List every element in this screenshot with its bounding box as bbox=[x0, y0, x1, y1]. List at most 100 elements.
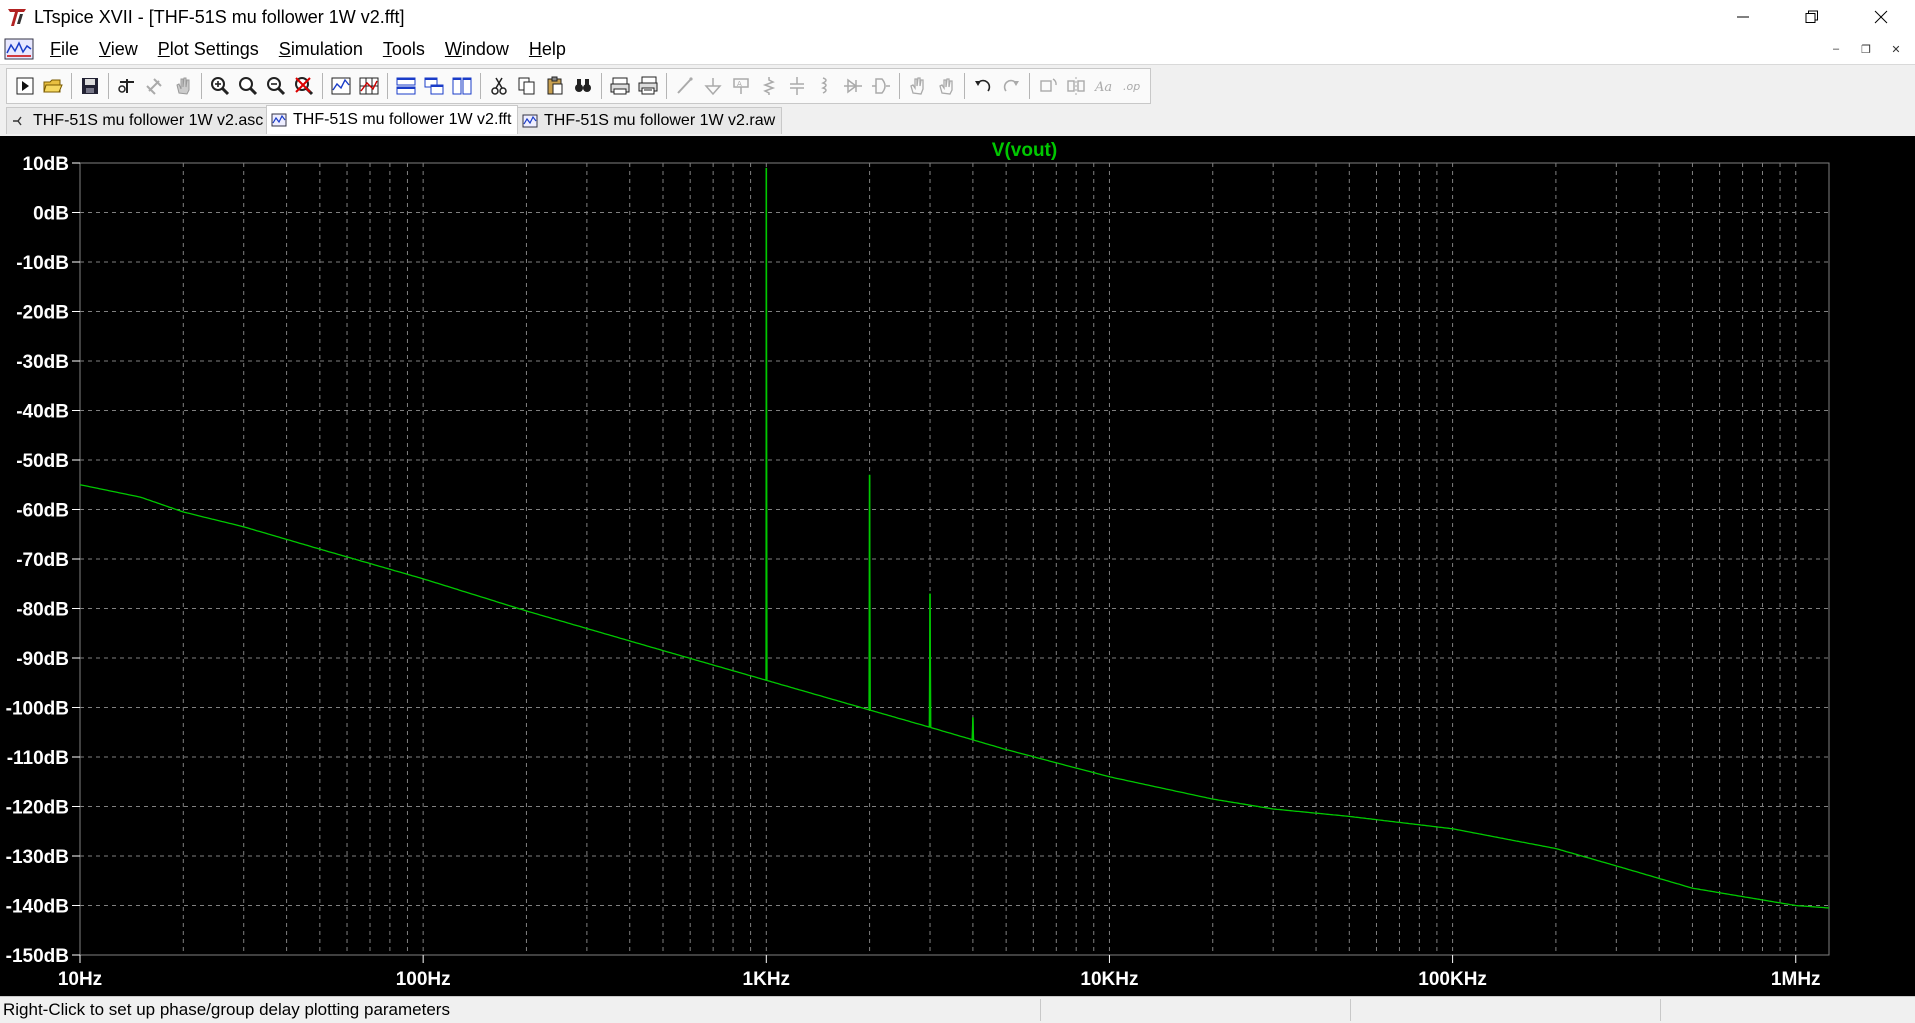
tab-raw[interactable]: THF-51S mu follower 1W v2.raw bbox=[517, 107, 783, 134]
find-button[interactable] bbox=[569, 71, 597, 101]
print-button[interactable] bbox=[606, 71, 634, 101]
tile-horizontal-button[interactable] bbox=[392, 71, 420, 101]
tile-horizontal-icon bbox=[396, 77, 416, 95]
document-waveform-icon[interactable] bbox=[4, 37, 34, 61]
close-button[interactable] bbox=[1846, 0, 1915, 34]
minimize-button[interactable] bbox=[1708, 0, 1777, 34]
toolbar: A Aa .op bbox=[0, 64, 1915, 106]
label-icon: A bbox=[733, 78, 749, 94]
tab-fft[interactable]: THF-51S mu follower 1W v2.fft bbox=[266, 105, 519, 134]
menu-file[interactable]: File bbox=[40, 39, 89, 60]
zoom-area-icon bbox=[239, 77, 258, 96]
minimize-icon bbox=[1736, 16, 1749, 18]
open-icon bbox=[43, 79, 63, 93]
y-tick-label: 0dB bbox=[33, 204, 69, 225]
document-restore-button[interactable]: ❐ bbox=[1853, 38, 1879, 60]
wire-button bbox=[671, 71, 699, 101]
menu-label: ile bbox=[61, 38, 80, 59]
svg-text:Aa: Aa bbox=[1094, 80, 1112, 95]
restore-button[interactable] bbox=[1777, 0, 1846, 34]
text-button: Aa bbox=[1090, 71, 1118, 101]
trace-label[interactable]: V(vout) bbox=[992, 140, 1057, 161]
zoom-cancel-button[interactable] bbox=[290, 71, 318, 101]
cascade-icon bbox=[424, 77, 444, 95]
menu-view[interactable]: View bbox=[89, 39, 148, 60]
waveform-viewer[interactable]: 10dB 0dB -10dB -20dB -30dB -40dB -50dB -60dB -70… bbox=[0, 136, 1915, 996]
menu-bar: File View Plot Settings Simulation Tools Wind… bbox=[0, 34, 1915, 64]
diode-button bbox=[839, 71, 867, 101]
status-divider bbox=[1350, 999, 1351, 1021]
toolbar-separator bbox=[71, 73, 72, 99]
svg-text:.op: .op bbox=[1123, 80, 1140, 93]
save-button[interactable] bbox=[76, 71, 104, 101]
drag-icon bbox=[939, 78, 953, 95]
menu-accelerator: V bbox=[99, 38, 111, 59]
document-minimize-button[interactable]: – bbox=[1823, 38, 1849, 60]
toolbar-separator bbox=[964, 73, 965, 99]
halt-button bbox=[141, 71, 169, 101]
run-button[interactable] bbox=[11, 71, 39, 101]
x-tick-label: 100KHz bbox=[1418, 969, 1487, 990]
status-bar: Right-Click to set up phase/group delay … bbox=[0, 996, 1915, 1023]
zoom-in-button[interactable] bbox=[206, 71, 234, 101]
y-tick-label: -70dB bbox=[16, 550, 69, 571]
y-tick-label: 10dB bbox=[23, 154, 69, 175]
menu-help[interactable]: Help bbox=[519, 39, 576, 60]
x-tick-label: 1MHz bbox=[1771, 969, 1821, 990]
menu-plot-settings[interactable]: Plot Settings bbox=[148, 39, 269, 60]
menu-window[interactable]: Window bbox=[435, 39, 519, 60]
copy-button[interactable] bbox=[513, 71, 541, 101]
resistor-button bbox=[755, 71, 783, 101]
toolbar-buttons: A Aa .op bbox=[6, 68, 1151, 104]
menu-label: ools bbox=[391, 38, 425, 59]
paste-button[interactable] bbox=[541, 71, 569, 101]
ltspice-logo-icon bbox=[8, 9, 26, 26]
rotate-icon bbox=[1040, 78, 1057, 92]
mirror-button bbox=[1062, 71, 1090, 101]
inductor-icon bbox=[821, 77, 827, 94]
menu-simulation[interactable]: Simulation bbox=[269, 39, 373, 60]
label-button: A bbox=[727, 71, 755, 101]
undo-button[interactable] bbox=[969, 71, 997, 101]
status-message: Right-Click to set up phase/group delay … bbox=[3, 1000, 450, 1019]
grid-button[interactable] bbox=[355, 71, 383, 101]
menu-accelerator: S bbox=[278, 38, 291, 59]
zoom-out-button[interactable] bbox=[262, 71, 290, 101]
y-tick-label: -140dB bbox=[6, 897, 69, 918]
y-tick-label: -40dB bbox=[16, 402, 69, 423]
window-controls bbox=[1708, 0, 1915, 34]
cascade-button[interactable] bbox=[420, 71, 448, 101]
toolbar-separator bbox=[322, 73, 323, 99]
print-setup-button[interactable] bbox=[634, 71, 662, 101]
menu-tools[interactable]: Tools bbox=[373, 39, 435, 60]
tab-label: THF-51S mu follower 1W v2.raw bbox=[544, 112, 776, 129]
zoom-cancel-icon bbox=[295, 77, 314, 96]
zoom-area-button[interactable] bbox=[234, 71, 262, 101]
ground-button bbox=[699, 71, 727, 101]
pan-hand-button bbox=[169, 71, 197, 101]
text-icon: Aa bbox=[1094, 80, 1112, 95]
document-close-button[interactable]: ✕ bbox=[1883, 38, 1909, 60]
menu-accelerator: T bbox=[382, 38, 392, 59]
control-panel-button[interactable] bbox=[113, 71, 141, 101]
menu-label: imulation bbox=[290, 38, 363, 59]
toolbar-separator bbox=[480, 73, 481, 99]
autorange-button[interactable] bbox=[327, 71, 355, 101]
redo-button bbox=[997, 71, 1025, 101]
diode-icon bbox=[844, 78, 862, 94]
drag-button bbox=[932, 71, 960, 101]
tab-label: THF-51S mu follower 1W v2.fft bbox=[293, 111, 512, 128]
tile-vertical-icon bbox=[452, 77, 472, 95]
open-button[interactable] bbox=[39, 71, 67, 101]
tile-vertical-button[interactable] bbox=[448, 71, 476, 101]
resistor-icon bbox=[762, 77, 776, 95]
menu-accelerator: F bbox=[50, 38, 61, 59]
find-icon bbox=[575, 79, 591, 92]
save-icon bbox=[82, 78, 98, 94]
fft-plot[interactable]: 10dB 0dB -10dB -20dB -30dB -40dB -50dB -60dB -70… bbox=[0, 136, 1915, 996]
component-icon bbox=[872, 78, 890, 94]
y-tick-label: -50dB bbox=[16, 451, 69, 472]
rotate-button bbox=[1034, 71, 1062, 101]
cut-button[interactable] bbox=[485, 71, 513, 101]
tab-schematic[interactable]: THF-51S mu follower 1W v2.asc bbox=[6, 107, 271, 134]
